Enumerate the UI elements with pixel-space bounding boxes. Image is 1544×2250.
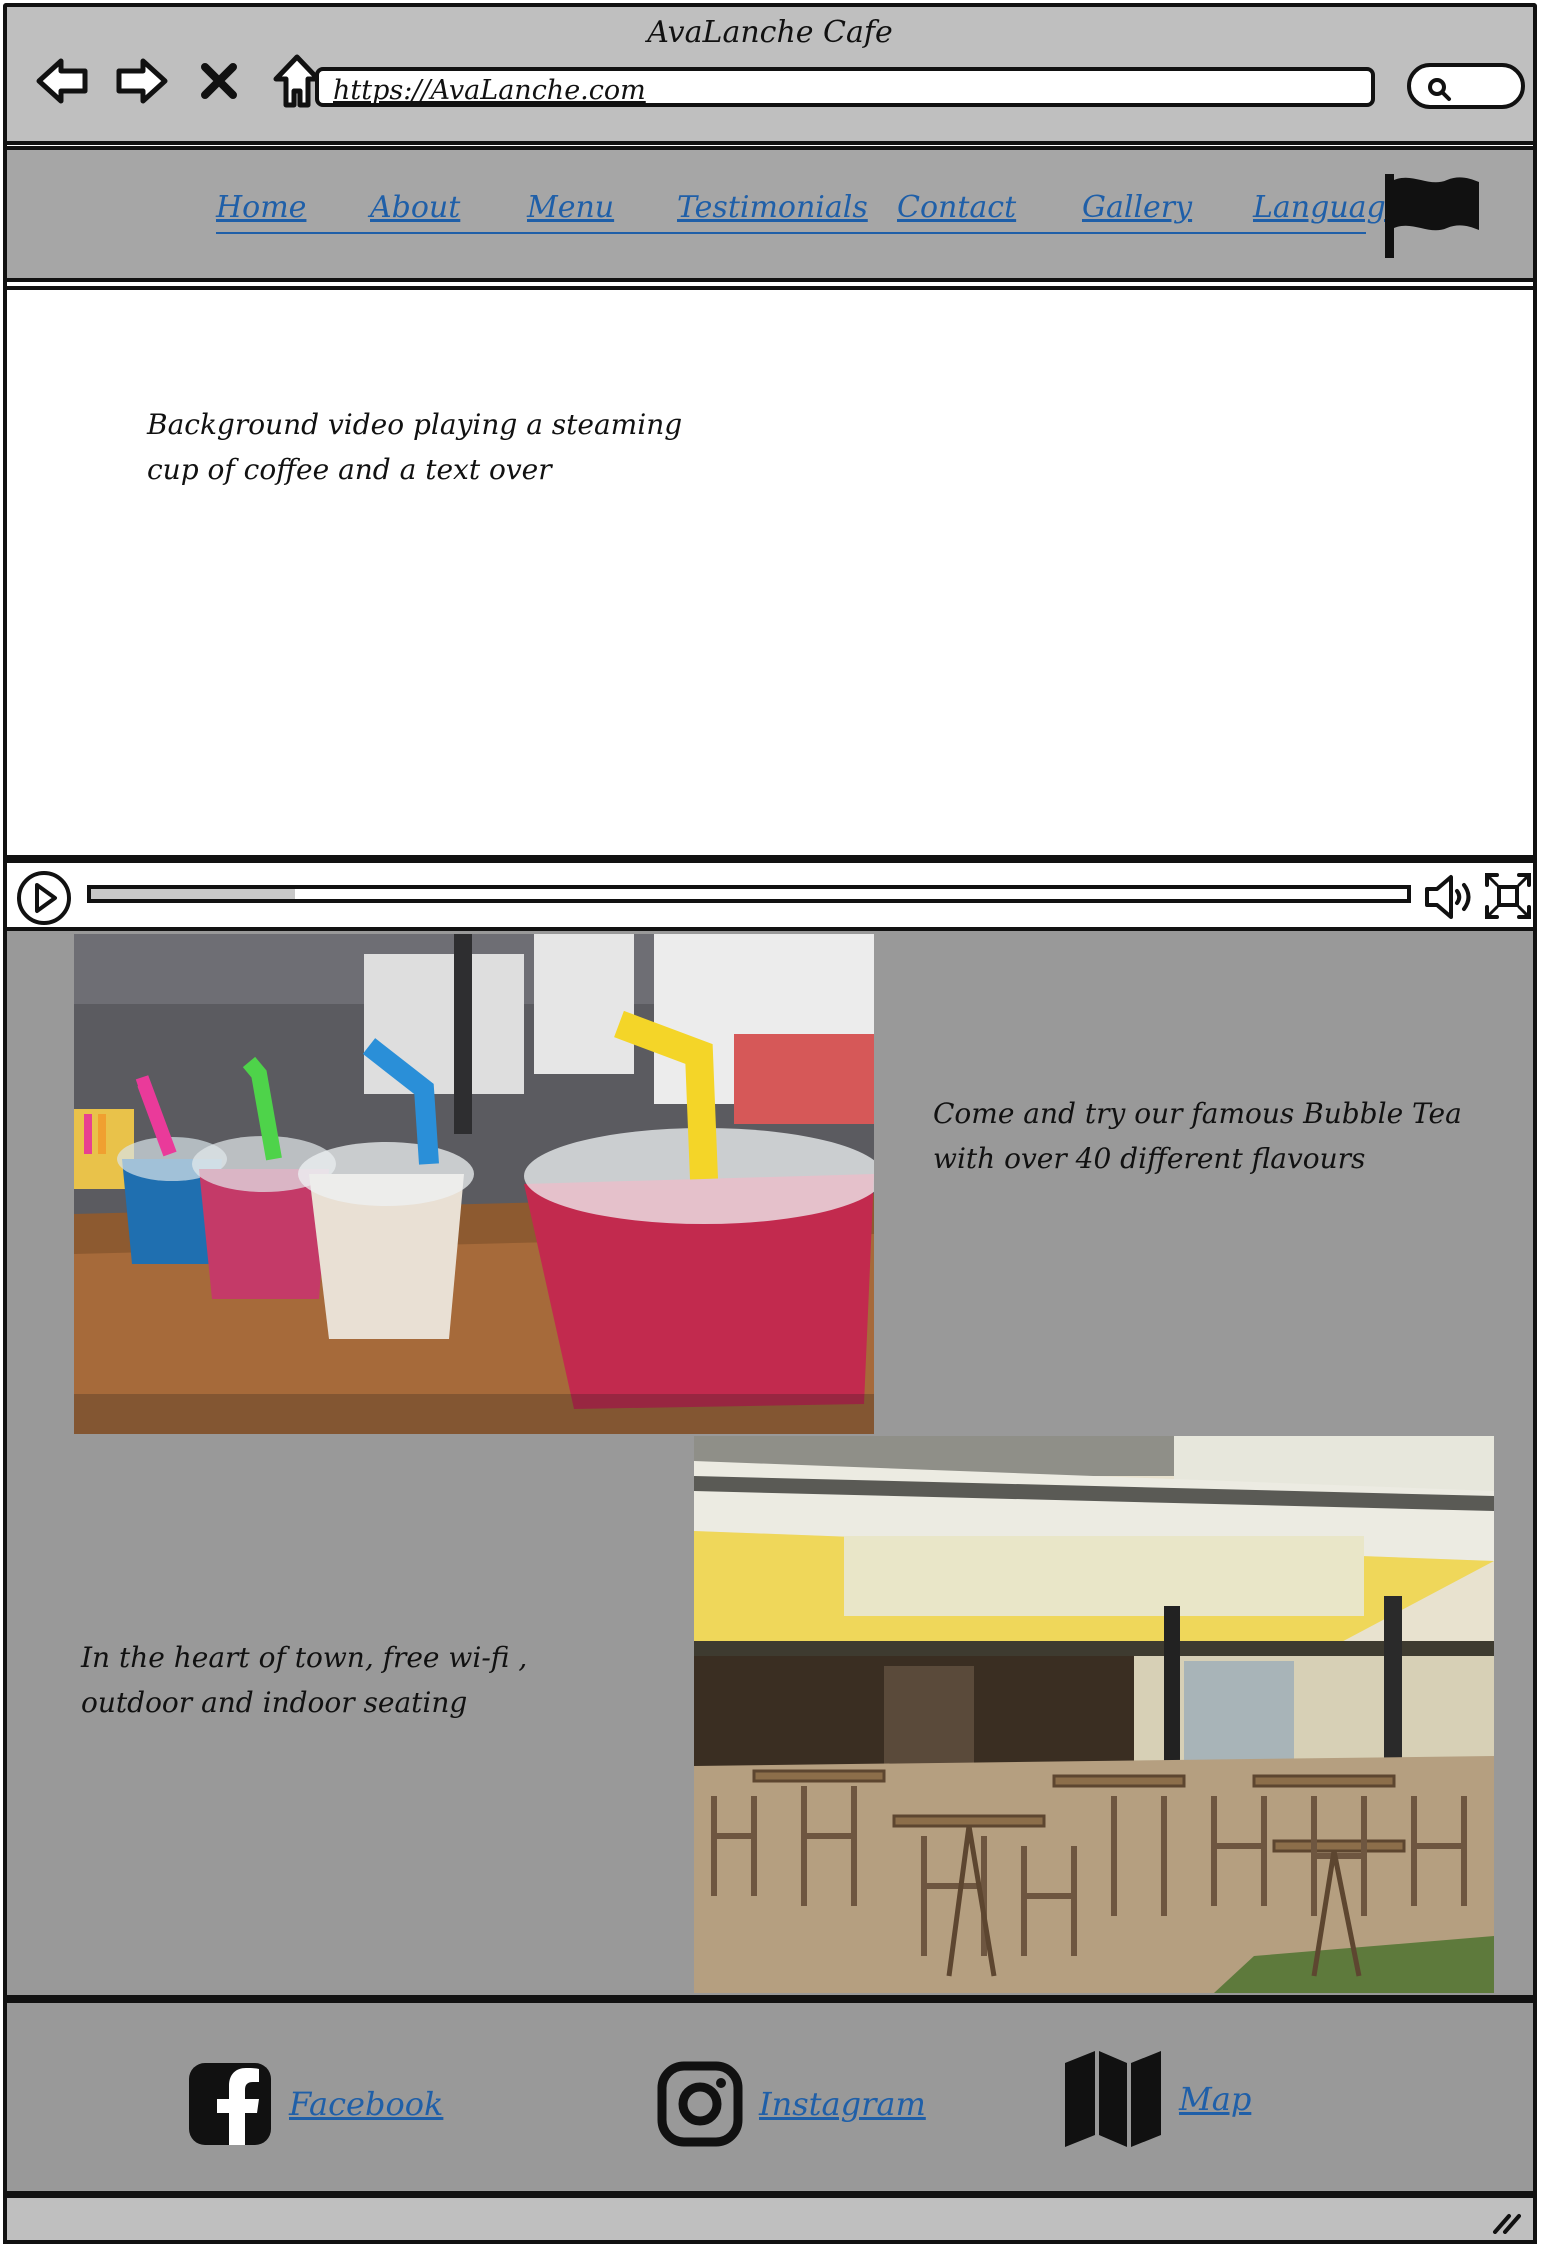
close-icon[interactable] (191, 53, 247, 109)
instagram-icon[interactable] (657, 2061, 743, 2147)
facebook-icon[interactable] (187, 2061, 273, 2147)
forward-arrow-icon[interactable] (113, 53, 169, 109)
facebook-link-group: Facebook (187, 2061, 443, 2147)
nav-contact[interactable]: Contact (897, 190, 1016, 225)
nav-language[interactable]: Language (1253, 190, 1404, 225)
nav-home[interactable]: Home (216, 190, 306, 225)
nav-testimonials[interactable]: Testimonials (677, 190, 868, 225)
map-link-group: Map (1063, 2049, 1251, 2149)
hero-video[interactable]: Background video playing a steaming cup … (3, 286, 1537, 859)
bubble-tea-text: Come and try our famous Bubble Tea with … (933, 1097, 1462, 1175)
video-progress-bar[interactable] (87, 885, 1411, 903)
nav-underline (216, 232, 1366, 234)
location-text: In the heart of town, free wi-fi , outdo… (81, 1641, 528, 1719)
browser-chrome: AvaLanche Cafe https://AvaLanche.com (3, 3, 1537, 145)
site-footer: Facebook Instagram Map (3, 1999, 1537, 2195)
instagram-link-group: Instagram (657, 2061, 926, 2147)
video-progress-fill (91, 889, 295, 899)
address-bar[interactable]: https://AvaLanche.com (315, 67, 1375, 107)
nav-about[interactable]: About (370, 190, 460, 225)
nav-gallery[interactable]: Gallery (1082, 190, 1192, 225)
url-text: https://AvaLanche.com (333, 75, 646, 106)
map-link[interactable]: Map (1179, 2080, 1251, 2118)
fullscreen-icon[interactable] (1483, 871, 1533, 925)
window-title: AvaLanche Cafe (647, 15, 893, 50)
nav-menu[interactable]: Menu (527, 190, 614, 225)
video-controls (3, 859, 1537, 931)
content-section: Come and try our famous Bubble Tea with … (3, 931, 1537, 1999)
status-bar (3, 2194, 1537, 2244)
map-icon[interactable] (1063, 2049, 1163, 2149)
instagram-link[interactable]: Instagram (759, 2085, 926, 2123)
back-arrow-icon[interactable] (35, 53, 91, 109)
flag-icon[interactable] (1383, 172, 1483, 266)
cafe-terrace-photo (694, 1436, 1494, 1993)
search-icon (1428, 78, 1451, 101)
facebook-link[interactable]: Facebook (289, 2085, 443, 2123)
site-navbar: Home About Menu Testimonials Contact Gal… (3, 146, 1537, 282)
bubble-tea-photo (74, 934, 874, 1434)
hero-overlay-text: Background video playing a steaming cup … (147, 408, 683, 486)
play-button[interactable] (15, 869, 73, 931)
browser-search[interactable] (1407, 63, 1525, 109)
browser-nav-icons (35, 53, 325, 109)
volume-icon[interactable] (1423, 871, 1477, 927)
resize-grip-icon[interactable] (1491, 2210, 1521, 2234)
